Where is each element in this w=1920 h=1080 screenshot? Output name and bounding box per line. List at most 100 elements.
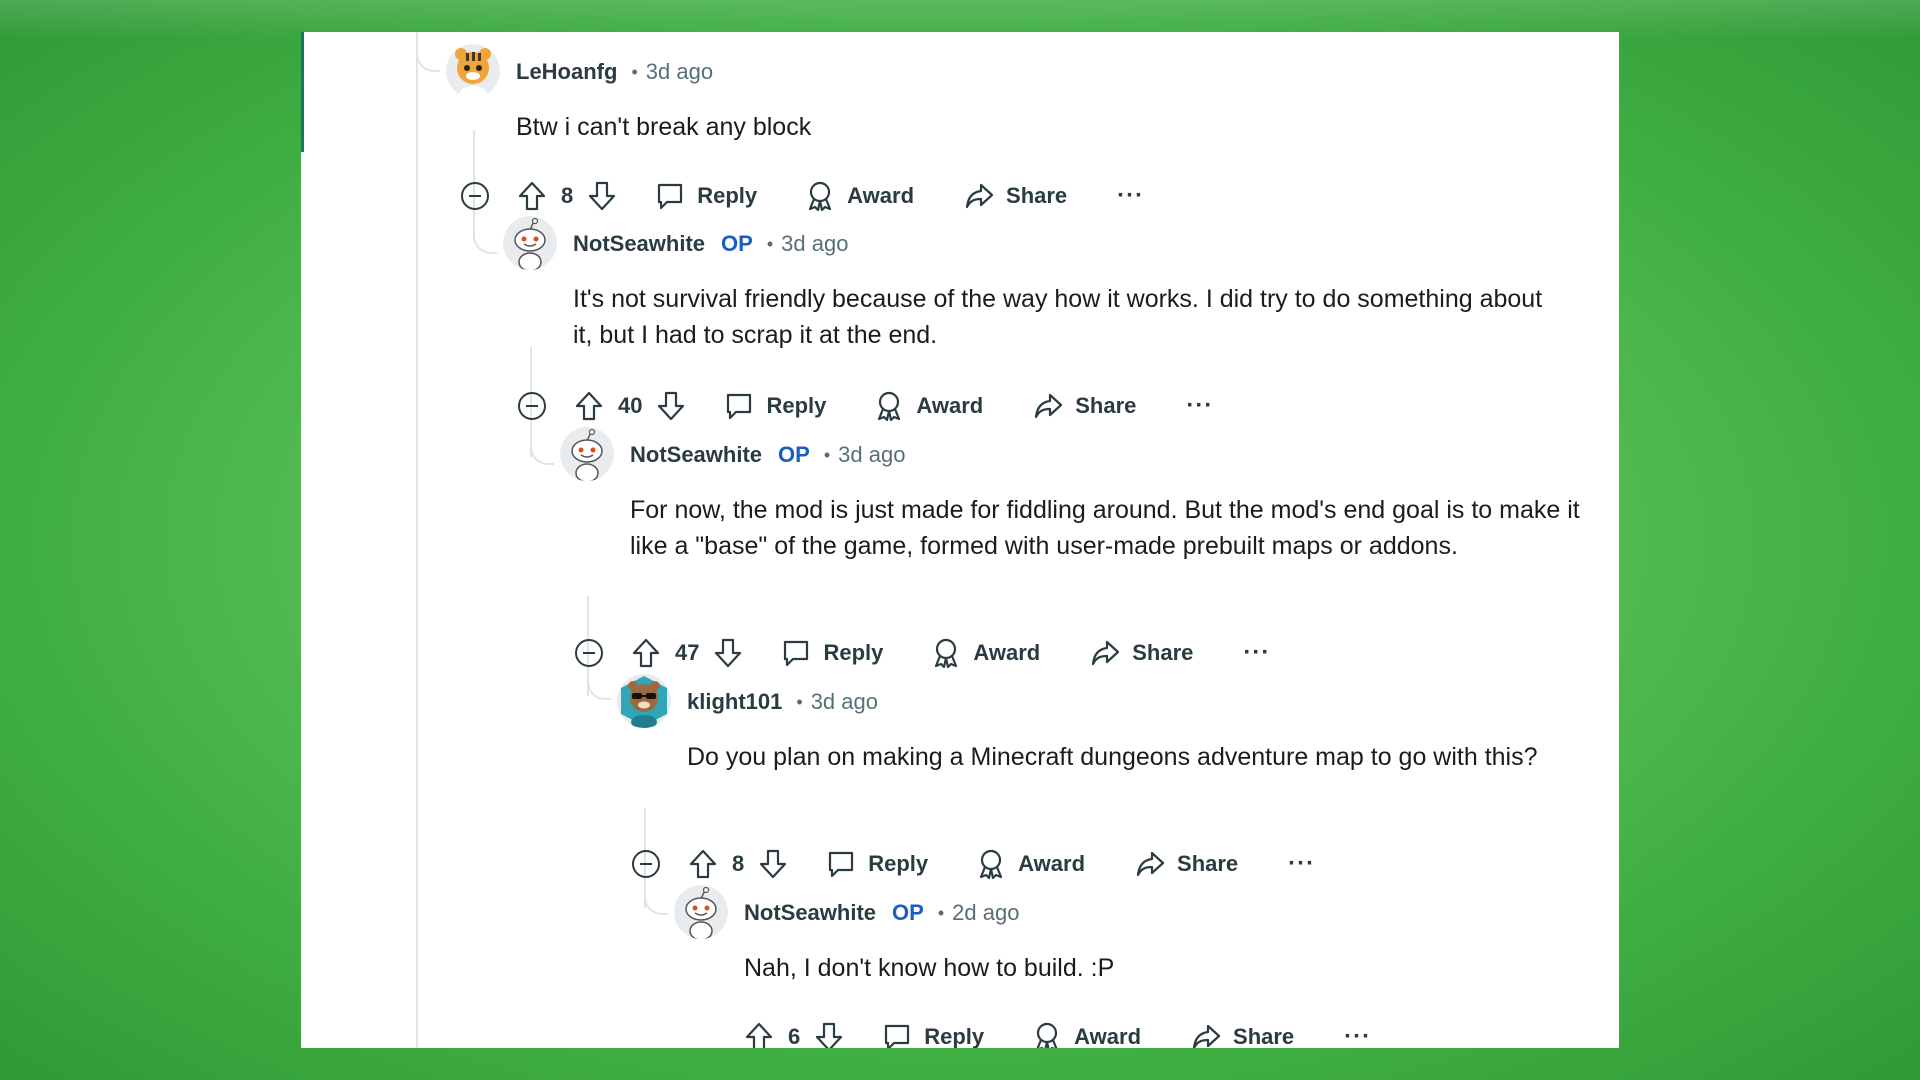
collapse-button[interactable] — [630, 848, 662, 880]
more-options-button[interactable]: ··· — [1288, 850, 1315, 878]
award-icon — [878, 391, 901, 422]
timestamp[interactable]: 3d ago — [811, 689, 878, 715]
comment: NotSeawhite OP • 3d ago It's not surviva… — [503, 216, 1603, 436]
reply-button[interactable]: Reply — [781, 638, 883, 668]
comment: LeHoanfg • 3d ago Btw i can't break any … — [446, 44, 1596, 229]
tiger-avatar-icon[interactable] — [446, 44, 500, 98]
collapse-button[interactable] — [516, 390, 548, 422]
more-options-button[interactable]: ··· — [1117, 182, 1144, 210]
share-button[interactable]: Share — [964, 181, 1067, 211]
author-name[interactable]: klight101 — [687, 689, 782, 715]
separator-dot: • — [631, 61, 638, 82]
downvote-icon — [715, 638, 742, 668]
separator-dot: • — [823, 444, 831, 465]
upvote-button[interactable] — [744, 1021, 774, 1048]
reply-label: Reply — [823, 640, 884, 665]
downvote-button[interactable] — [656, 390, 686, 422]
award-button[interactable]: Award — [805, 180, 914, 212]
more-options-button[interactable]: ··· — [1243, 639, 1270, 667]
upvote-button[interactable] — [517, 180, 547, 212]
share-icon — [1192, 1024, 1221, 1048]
comment-actions: 8 Reply Award Share ··· — [630, 844, 1315, 884]
share-label: Share — [1006, 183, 1068, 208]
comment: NotSeawhite OP • 3d ago For now, the mod… — [560, 427, 1610, 687]
sunglasses-avatar-icon[interactable] — [617, 674, 671, 728]
share-icon — [1136, 851, 1165, 877]
award-icon — [1036, 1022, 1058, 1048]
upvote-button[interactable] — [631, 637, 661, 669]
more-options-button[interactable]: ··· — [1186, 392, 1213, 420]
upvote-icon — [632, 638, 660, 668]
timestamp[interactable]: 3d ago — [646, 59, 713, 85]
collapse-button[interactable] — [573, 637, 605, 669]
author-name[interactable]: NotSeawhite — [573, 231, 705, 257]
collapse-button[interactable] — [459, 180, 491, 212]
upvote-icon — [689, 849, 717, 879]
op-badge: OP — [721, 231, 753, 256]
share-button[interactable]: Share — [1135, 849, 1238, 879]
author-name[interactable]: NotSeawhite — [630, 442, 762, 468]
downvote-button[interactable] — [758, 848, 788, 880]
op-badge: OP — [778, 442, 810, 467]
reply-icon — [727, 393, 752, 420]
downvote-button[interactable] — [814, 1021, 844, 1048]
author-name[interactable]: LeHoanfg — [516, 59, 617, 85]
collapse-icon — [632, 850, 660, 878]
reply-button[interactable]: Reply — [724, 391, 826, 421]
reply-label: Reply — [766, 393, 827, 418]
award-label: Award — [916, 393, 984, 418]
downvote-button[interactable] — [713, 637, 743, 669]
separator-dot: • — [937, 902, 945, 923]
comment-actions: 6 Reply Award Share ··· — [744, 1017, 1371, 1048]
downvote-icon — [760, 849, 787, 879]
timestamp[interactable]: 2d ago — [952, 900, 1019, 926]
reply-button[interactable]: Reply — [655, 181, 757, 211]
share-label: Share — [1132, 640, 1194, 665]
reply-button[interactable]: Reply — [826, 849, 928, 879]
author-name[interactable]: NotSeawhite — [744, 900, 876, 926]
reply-button[interactable]: Reply — [882, 1022, 984, 1048]
upvote-icon — [575, 391, 603, 421]
reply-label: Reply — [868, 851, 929, 876]
comment-text: Nah, I don't know how to build. :P — [744, 954, 1115, 982]
comment-meta: NotSeawhite OP • 3d ago — [630, 441, 905, 469]
comment-meta: NotSeawhite OP • 3d ago — [573, 230, 848, 258]
comment-meta: LeHoanfg • 3d ago — [516, 58, 713, 86]
share-icon — [1092, 640, 1120, 666]
upvote-button[interactable] — [574, 390, 604, 422]
snoo-avatar-icon[interactable] — [560, 427, 614, 481]
award-button[interactable]: Award — [931, 637, 1040, 669]
comment-text: Do you plan on making a Minecraft dungeo… — [687, 743, 1538, 771]
share-icon — [1035, 393, 1063, 419]
comment-text: Btw i can't break any block — [516, 113, 812, 141]
comment-meta: NotSeawhite OP • 2d ago — [744, 899, 1019, 927]
comment-text: It's not survival friendly because of th… — [573, 285, 1543, 349]
more-options-button[interactable]: ··· — [1344, 1023, 1371, 1048]
award-label: Award — [1018, 851, 1086, 876]
thread-curve — [473, 226, 497, 254]
comment: klight101 • 3d ago Do you plan on making… — [617, 674, 1617, 894]
award-button[interactable]: Award — [874, 390, 983, 422]
share-button[interactable]: Share — [1090, 638, 1193, 668]
share-button[interactable]: Share — [1191, 1022, 1294, 1048]
share-button[interactable]: Share — [1033, 391, 1136, 421]
award-label: Award — [973, 640, 1041, 665]
award-button[interactable]: Award — [976, 848, 1085, 880]
timestamp[interactable]: 3d ago — [838, 442, 905, 468]
timestamp[interactable]: 3d ago — [781, 231, 848, 257]
separator-dot: • — [766, 233, 774, 254]
vote-count: 40 — [618, 393, 643, 418]
award-button[interactable]: Award — [1032, 1021, 1141, 1048]
reply-label: Reply — [924, 1024, 985, 1048]
award-label: Award — [1074, 1024, 1142, 1048]
downvote-button[interactable] — [587, 180, 617, 212]
snoo-avatar-icon[interactable] — [674, 885, 728, 939]
upvote-icon — [745, 1022, 773, 1048]
award-icon — [935, 638, 958, 669]
downvote-icon — [589, 181, 616, 211]
award-icon — [980, 849, 1003, 880]
comment-actions: 8 Reply Award Share ··· — [459, 176, 1144, 216]
snoo-avatar-icon[interactable] — [503, 216, 557, 270]
reply-icon — [885, 1024, 910, 1048]
upvote-button[interactable] — [688, 848, 718, 880]
